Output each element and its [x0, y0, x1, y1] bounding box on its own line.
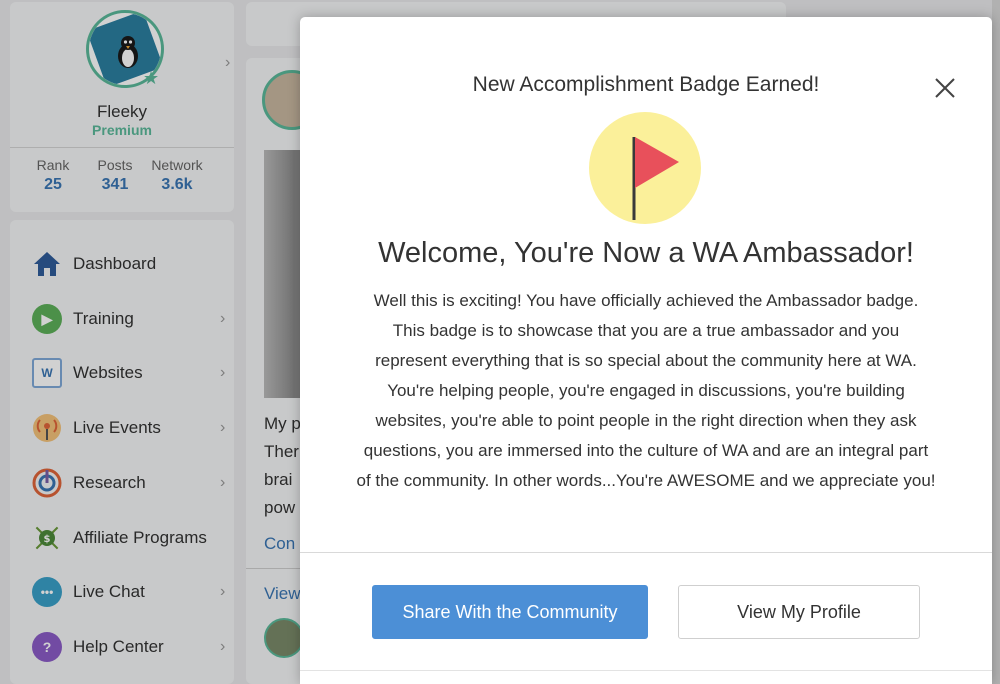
divider: [300, 552, 992, 553]
badge-emblem: [589, 112, 701, 224]
view-my-profile-button[interactable]: View My Profile: [678, 585, 920, 639]
badge-modal: New Accomplishment Badge Earned! Welcome…: [300, 17, 992, 684]
close-icon[interactable]: [930, 73, 960, 103]
modal-message: Well this is exciting! You have official…: [356, 291, 936, 490]
modal-heading: Welcome, You're Now a WA Ambassador!: [378, 237, 914, 269]
share-with-community-button[interactable]: Share With the Community: [372, 585, 648, 639]
modal-title: New Accomplishment Badge Earned!: [472, 73, 820, 96]
flag-icon: [632, 137, 679, 220]
divider: [300, 670, 992, 671]
